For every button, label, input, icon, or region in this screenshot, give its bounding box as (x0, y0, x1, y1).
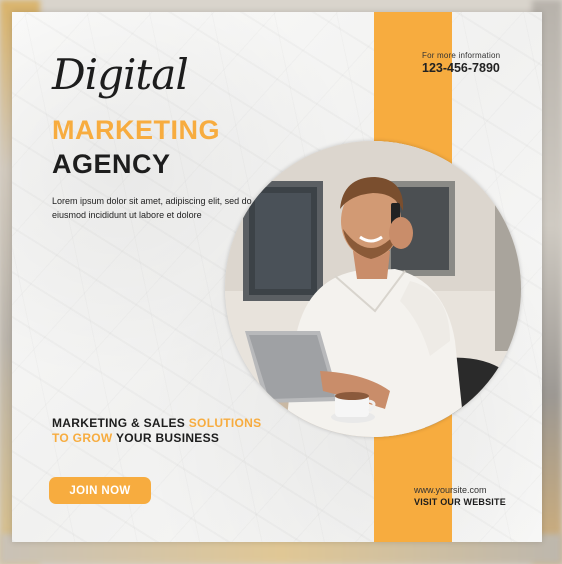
description-text: Lorem ipsum dolor sit amet, adipiscing e… (52, 196, 252, 220)
join-now-button[interactable]: JOIN NOW (49, 477, 151, 504)
contact-label: For more information (422, 51, 501, 60)
tagline-part-2: SOLUTIONS (188, 416, 262, 430)
phone-number[interactable]: 123-456-7890 (422, 61, 500, 75)
website-block: www.yoursite.com VISIT OUR WEBSITE (414, 485, 506, 507)
tagline-line-2: TO GROW YOUR BUSINESS (52, 431, 261, 446)
flyer-card: For more information 123-456-7890 Digita… (12, 12, 542, 542)
tagline-part-3: TO GROW (52, 431, 113, 445)
tagline-line-1: MARKETING & SALES SOLUTIONS (52, 416, 261, 431)
tagline-part-4: YOUR BUSINESS (112, 431, 220, 445)
visit-website-text: VISIT OUR WEBSITE (414, 497, 506, 507)
title-marketing: MARKETING (52, 115, 220, 145)
man-on-phone-with-laptop-photo (225, 141, 521, 437)
title-digital: Digital (52, 50, 189, 99)
website-url[interactable]: www.yoursite.com (414, 485, 506, 495)
title-agency: AGENCY (52, 149, 171, 179)
tagline-part-1: MARKETING & SALES (52, 416, 189, 430)
contact-block: For more information 123-456-7890 (422, 51, 500, 75)
tagline: MARKETING & SALES SOLUTIONS TO GROW YOUR… (52, 416, 261, 446)
photo-illustration (225, 141, 521, 437)
